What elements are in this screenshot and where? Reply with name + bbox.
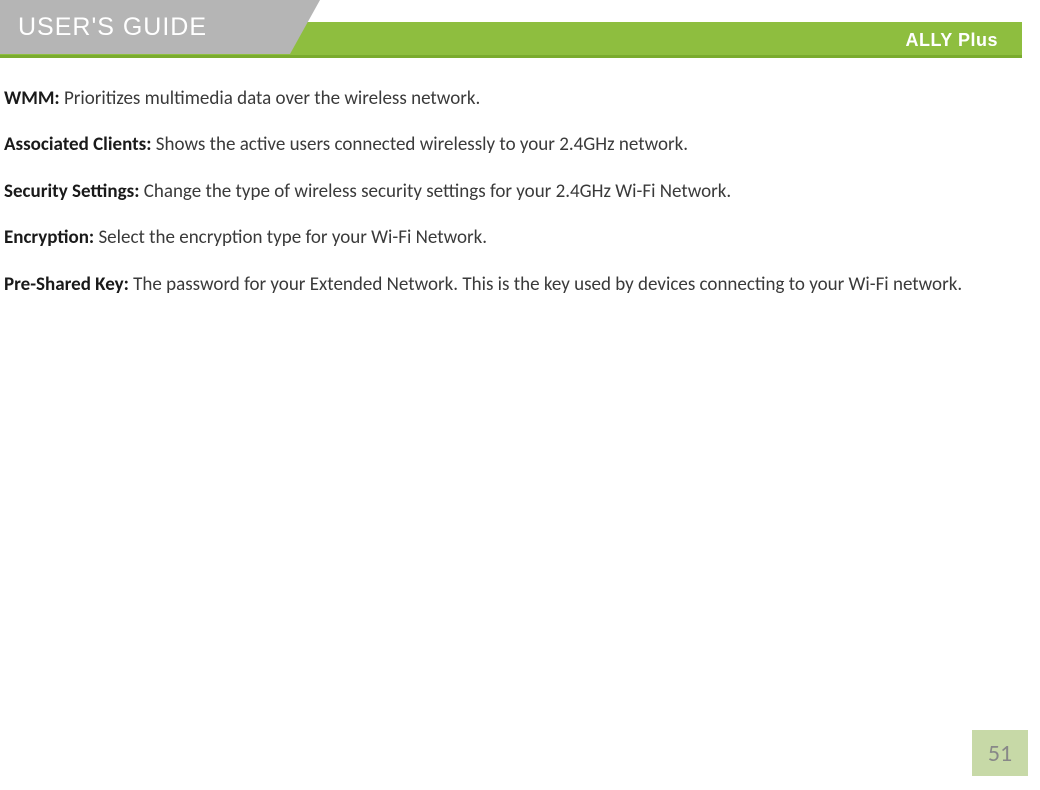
entry-text: Select the encryption type for your Wi-F… — [94, 226, 487, 249]
entry-text: The password for your Extended Network. … — [129, 273, 962, 296]
definition-entry: Encryption: Select the encryption type f… — [4, 223, 1022, 253]
definition-entry: Security Settings: Change the type of wi… — [4, 177, 1022, 207]
entry-label: Pre-Shared Key: — [4, 273, 129, 296]
brand-label: ALLY Plus — [905, 30, 998, 51]
entry-label: Encryption: — [4, 226, 94, 249]
entry-text: Prioritizes multimedia data over the wir… — [60, 87, 481, 110]
page-number-box: 51 — [972, 730, 1028, 776]
definition-entry: Associated Clients: Shows the active use… — [4, 130, 1022, 160]
document-title: USER'S GUIDE — [18, 13, 207, 42]
entry-text: Shows the active users connected wireles… — [152, 133, 689, 156]
document-header: ALLY Plus USER'S GUIDE — [0, 0, 1040, 62]
entry-label: Associated Clients: — [4, 133, 152, 156]
page-number: 51 — [988, 739, 1012, 768]
entry-text: Change the type of wireless security set… — [139, 180, 731, 203]
page-content: WMM: Prioritizes multimedia data over th… — [0, 80, 1040, 300]
definition-entry: Pre-Shared Key: The password for your Ex… — [4, 270, 1022, 300]
entry-label: WMM: — [4, 87, 60, 110]
definition-entry: WMM: Prioritizes multimedia data over th… — [4, 84, 1022, 114]
header-title-tab: USER'S GUIDE — [0, 0, 290, 54]
entry-label: Security Settings: — [4, 180, 139, 203]
